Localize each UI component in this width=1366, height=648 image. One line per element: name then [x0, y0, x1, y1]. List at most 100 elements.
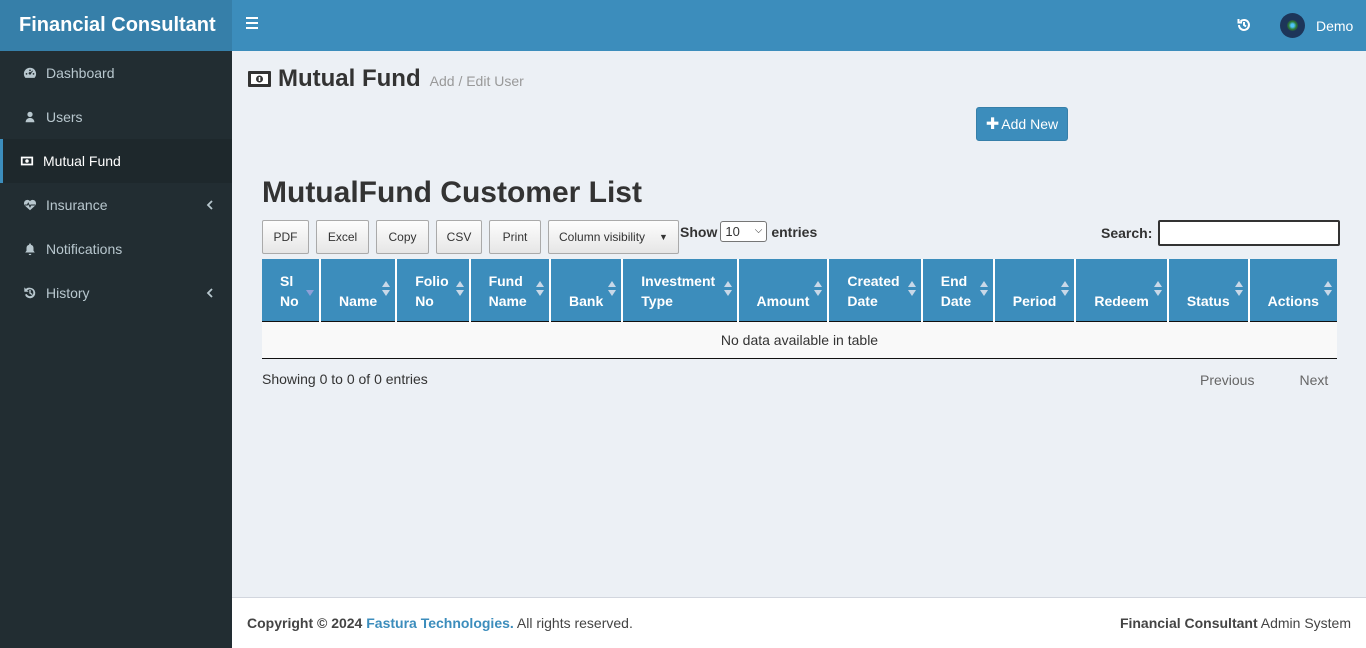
export-buttons: PDF Excel Copy CSV Print Column visibili…	[262, 220, 686, 254]
sidebar-item-dashboard[interactable]: Dashboard	[0, 51, 232, 95]
table-header-row: Sl No Name Folio No Fund Name Bank Investme…	[262, 259, 1337, 322]
col-created-date[interactable]: Created Date	[828, 259, 923, 322]
sort-icon	[536, 281, 545, 297]
top-navbar: Demo	[232, 0, 1366, 51]
brand-logo[interactable]: Financial Consultant	[0, 0, 232, 51]
col-redeem[interactable]: Redeem	[1075, 259, 1169, 322]
brand-title: Financial Consultant	[19, 14, 216, 36]
customer-table: Sl No Name Folio No Fund Name Bank Investme…	[262, 259, 1337, 359]
sort-desc-icon	[306, 281, 315, 297]
col-investment-type[interactable]: Investment Type	[622, 259, 739, 322]
sort-icon	[382, 281, 391, 297]
print-button[interactable]: Print	[489, 220, 541, 254]
hamburger-icon	[246, 17, 258, 19]
add-new-label: Add New	[1001, 116, 1059, 132]
search-label: Search:	[1101, 225, 1153, 241]
search-control: Search:	[1101, 220, 1341, 246]
page-length-control: Show 10 ⌵ entries	[680, 221, 817, 242]
sort-icon	[814, 281, 823, 297]
sidebar-item-label: Dashboard	[46, 65, 115, 81]
col-period[interactable]: Period	[993, 259, 1077, 322]
sidebar-item-insurance[interactable]: Insurance	[0, 183, 232, 227]
column-visibility-label: Column visibility	[559, 230, 646, 244]
history-icon	[23, 286, 43, 300]
col-end-date[interactable]: End Date	[921, 259, 995, 322]
page-length-select[interactable]: 10 ⌵	[720, 221, 768, 242]
sort-icon	[1324, 281, 1332, 297]
search-input[interactable]	[1158, 220, 1341, 246]
pagination: Previous Next	[1200, 372, 1328, 388]
pdf-button[interactable]: PDF	[262, 220, 309, 254]
sort-icon	[455, 281, 464, 297]
col-sl-no[interactable]: Sl No	[262, 259, 322, 322]
system-name: Financial Consultant	[1119, 615, 1258, 631]
history-icon	[1237, 18, 1250, 31]
sidebar-nav: Dashboard Users Mutual Fund Insurance No…	[0, 51, 232, 315]
sidebar-item-label: Mutual Fund	[43, 153, 121, 169]
empty-message: No data available in table	[262, 321, 1337, 359]
chevron-down-icon: ⌵	[754, 225, 763, 236]
sidebar-item-label: Insurance	[46, 197, 108, 213]
chevron-left-icon	[206, 286, 214, 300]
company-link[interactable]: Fastura Technologies.	[366, 615, 514, 631]
page-subtitle: Add / Edit User	[429, 73, 524, 89]
copyright-prefix: Copyright © 2024	[247, 615, 363, 631]
avatar	[1280, 13, 1305, 38]
add-new-button[interactable]: ✚ Add New	[976, 107, 1068, 141]
main-content: Mutual Fund Add / Edit User ✚ Add New Mu…	[232, 51, 1366, 597]
chevron-left-icon	[206, 198, 214, 212]
copy-button[interactable]: Copy	[376, 220, 429, 254]
col-name[interactable]: Name	[320, 259, 398, 322]
dashboard-icon	[23, 66, 43, 80]
plus-icon: ✚	[985, 116, 1000, 133]
column-visibility-button[interactable]: Column visibility ▼	[548, 220, 679, 254]
page-length-value: 10	[725, 224, 740, 239]
table-row: No data available in table	[262, 321, 1337, 359]
sort-icon	[907, 281, 916, 297]
csv-button[interactable]: CSV	[436, 220, 482, 254]
copyright: Copyright © 2024 Fastura Technologies. A…	[247, 615, 633, 631]
sidebar: Financial Consultant Dashboard Users Mut…	[0, 0, 232, 648]
heartbeat-icon	[23, 198, 43, 212]
sort-icon	[723, 281, 732, 297]
sort-icon	[1061, 281, 1070, 297]
col-status[interactable]: Status	[1167, 259, 1250, 322]
user-icon	[23, 110, 43, 124]
entries-label: entries	[771, 223, 818, 240]
excel-button[interactable]: Excel	[316, 220, 369, 254]
col-folio-no[interactable]: Folio No	[396, 259, 471, 322]
sidebar-item-label: History	[46, 285, 90, 301]
col-fund-name[interactable]: Fund Name	[469, 259, 552, 322]
sort-icon	[979, 281, 988, 297]
col-actions[interactable]: Actions	[1248, 259, 1337, 322]
caret-down-icon: ▼	[659, 232, 668, 242]
page-header: Mutual Fund Add / Edit User	[247, 65, 524, 93]
list-title: MutualFund Customer List	[262, 176, 642, 209]
footer: Copyright © 2024 Fastura Technologies. A…	[232, 597, 1366, 648]
sidebar-item-history[interactable]: History	[0, 271, 232, 315]
sidebar-item-mutual-fund[interactable]: Mutual Fund	[0, 139, 232, 183]
sidebar-item-users[interactable]: Users	[0, 95, 232, 139]
system-suffix: Admin System	[1260, 615, 1351, 631]
bell-icon	[23, 242, 43, 256]
user-name: Demo	[1316, 17, 1354, 34]
next-button[interactable]: Next	[1299, 372, 1328, 388]
sort-icon	[608, 281, 617, 297]
money-icon	[20, 154, 40, 168]
col-bank[interactable]: Bank	[550, 259, 624, 322]
sort-icon	[1234, 281, 1243, 297]
sidebar-item-notifications[interactable]: Notifications	[0, 227, 232, 271]
page-title: Mutual Fund	[278, 65, 421, 92]
system-label: Financial Consultant Admin System	[1120, 615, 1351, 631]
money-icon	[247, 70, 272, 88]
show-label: Show	[680, 223, 718, 240]
sort-icon	[1153, 281, 1162, 297]
col-amount[interactable]: Amount	[737, 259, 830, 322]
history-button[interactable]	[1236, 17, 1254, 35]
user-menu[interactable]: Demo	[1280, 13, 1353, 38]
previous-button[interactable]: Previous	[1200, 372, 1254, 388]
table-info: Showing 0 to 0 of 0 entries	[262, 371, 428, 387]
sidebar-item-label: Users	[46, 109, 83, 125]
menu-toggle-button[interactable]	[246, 17, 262, 33]
rights-text: All rights reserved.	[516, 615, 633, 631]
